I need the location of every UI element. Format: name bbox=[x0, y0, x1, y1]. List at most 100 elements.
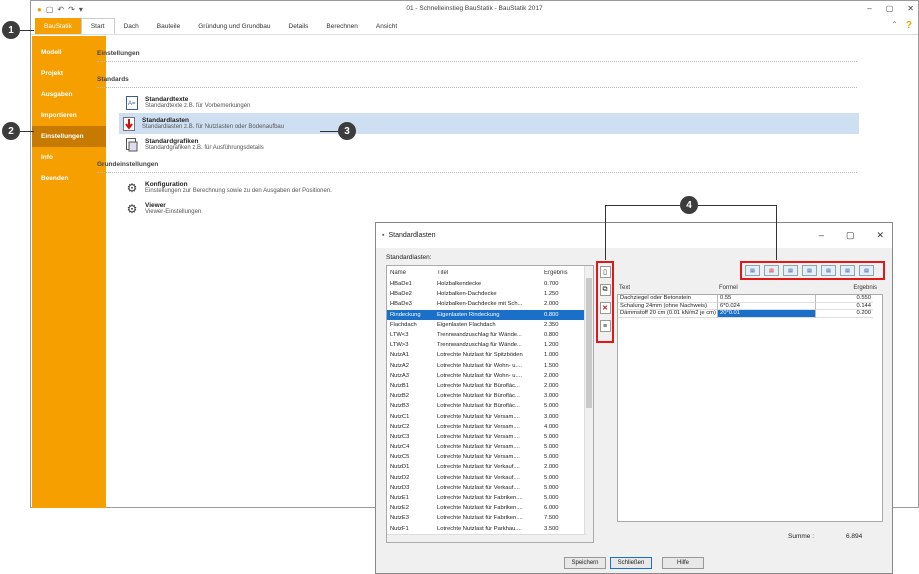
scroll-thumb[interactable] bbox=[586, 278, 592, 408]
page-title: Einstellungen bbox=[97, 50, 857, 62]
grid-cell[interactable]: Schalung 24mm (ohne Nachweis) bbox=[618, 302, 718, 310]
list-item[interactable]: NutzA1 Lotrechte Nutzlast für Spitzböden 1… bbox=[387, 350, 593, 360]
list-scrollbar[interactable] bbox=[584, 266, 593, 542]
list-item[interactable]: NutzC5 Lotrechte Nutzlast für Versam.... 5… bbox=[387, 452, 593, 462]
help-icon[interactable]: ? bbox=[906, 20, 912, 31]
list-cell: NutzE3 bbox=[390, 515, 410, 522]
list-item[interactable]: HBaDe3 Holzbalken-Dachdecke mit Sch... 2.0… bbox=[387, 299, 593, 309]
tab-start[interactable]: Start bbox=[80, 18, 115, 34]
sidebar-item-projekt[interactable]: Projekt bbox=[32, 63, 106, 84]
clear-icon[interactable]: ▤ bbox=[859, 265, 874, 276]
list-item[interactable]: NutzC4 Lotrechte Nutzlast für Versam.... 5… bbox=[387, 442, 593, 452]
item-viewer[interactable]: ⚙ Viewer Viewer-Einstellungen bbox=[122, 198, 842, 219]
tab-baustatik[interactable]: BauStatik bbox=[35, 18, 81, 34]
list-item[interactable]: NutzA3 Lotrechte Nutzlast für Wohn- u....… bbox=[387, 371, 593, 381]
item-konfiguration[interactable]: ⚙ Konfiguration Einstellungen zur Berechn… bbox=[122, 177, 842, 198]
move-up-icon[interactable]: ▤ bbox=[783, 265, 798, 276]
list-item[interactable]: NutzD1 Lotrechte Nutzlast für Verkauf....… bbox=[387, 462, 593, 472]
list-item[interactable]: NutzC3 Lotrechte Nutzlast für Versam.... 5… bbox=[387, 432, 593, 442]
list-item[interactable]: NutzE3 Lotrechte Nutzlast für Fabriken...… bbox=[387, 513, 593, 523]
grid-cell[interactable]: 0.550 bbox=[816, 295, 873, 303]
list-item[interactable]: NutzC1 Lotrechte Nutzlast für Versam.... 3… bbox=[387, 411, 593, 421]
tab-dach[interactable]: Dach bbox=[115, 18, 148, 34]
list-item[interactable]: NutzB3 Lotrechte Nutzlast für Büroflác...… bbox=[387, 401, 593, 411]
list-item[interactable]: NutzA2 Lotrechte Nutzlast für Wohn- u....… bbox=[387, 361, 593, 371]
item-standardtexte[interactable]: A= Standardtexte Standardtexte z.B. für V… bbox=[122, 92, 842, 113]
tab-ansicht[interactable]: Ansicht bbox=[367, 18, 406, 34]
callout-4: 4 bbox=[680, 196, 698, 214]
col-ergebnis[interactable]: Ergebnis bbox=[540, 270, 580, 276]
copy-row-icon[interactable]: ▤ bbox=[821, 265, 836, 276]
list-item[interactable]: NutzE2 Lotrechte Nutzlast für Fabriken...… bbox=[387, 503, 593, 513]
grid-row[interactable]: Dämmstoff 20 cm (0.01 kN/m2 je cm) 20*0.0… bbox=[618, 310, 882, 318]
list-item[interactable]: NutzD3 Lotrechte Nutzlast für Verkauf....… bbox=[387, 483, 593, 493]
insert-row-icon[interactable]: ▤ bbox=[745, 265, 760, 276]
grid-cell[interactable]: Dachziegel oder Betonstein bbox=[618, 295, 718, 303]
tab-bauteile[interactable]: Bauteile bbox=[148, 18, 190, 34]
sidebar-item-modell[interactable]: Modell bbox=[32, 42, 106, 63]
new-icon[interactable]: ▯ bbox=[599, 266, 611, 278]
delete-row-icon[interactable]: ▤ bbox=[764, 265, 779, 276]
edit-icon[interactable]: ≡ bbox=[599, 320, 611, 332]
list-item[interactable]: NutzB2 Lotrechte Nutzlast für Büroflác...… bbox=[387, 391, 593, 401]
grid-cell[interactable]: 0.144 bbox=[816, 303, 873, 310]
sidebar-item-einstellungen[interactable]: Einstellungen bbox=[32, 126, 106, 147]
list-cell: 5.000 bbox=[544, 454, 559, 461]
sidebar-item-ausgaben[interactable]: Ausgaben bbox=[32, 84, 106, 105]
col-titel[interactable]: Titel bbox=[437, 270, 540, 276]
list-item[interactable]: NutzC2 Lotrechte Nutzlast für Versam.... 4… bbox=[387, 422, 593, 432]
dialog-title: Standardlasten bbox=[388, 232, 436, 239]
tab-details[interactable]: Details bbox=[280, 18, 318, 34]
grid-cell[interactable]: Dämmstoff 20 cm (0.01 kN/m2 je cm) bbox=[618, 310, 718, 318]
grid-row[interactable]: Dachziegel oder Betonstein 0.55 0.550 bbox=[618, 295, 882, 303]
list-cell: Lotrechte Nutzlast für Verkauf.... bbox=[437, 474, 520, 481]
list-item[interactable]: NutzD2 Lotrechte Nutzlast für Verkauf....… bbox=[387, 473, 593, 483]
grid-cell[interactable]: 0.55 bbox=[718, 295, 816, 303]
speichern-button[interactable]: Speichern bbox=[564, 557, 606, 569]
grid-cell[interactable]: 6*0.024 bbox=[718, 302, 816, 310]
list-hscrollbar[interactable] bbox=[387, 534, 586, 542]
sidebar-item-beenden[interactable]: Beenden bbox=[32, 168, 106, 189]
maximize-icon[interactable]: ▢ bbox=[846, 230, 855, 241]
list-item[interactable]: NutzF1 Lotrechte Nutzlast für Parkhau....… bbox=[387, 524, 593, 534]
document-text-icon: A= bbox=[125, 95, 139, 110]
list-cell: 5.000 bbox=[544, 474, 559, 481]
paste-row-icon[interactable]: ▤ bbox=[840, 265, 855, 276]
close-icon[interactable]: ✕ bbox=[907, 4, 914, 13]
tab-gruendung[interactable]: Gründung und Grundbau bbox=[189, 18, 279, 34]
hilfe-button[interactable]: Hilfe bbox=[662, 557, 704, 569]
item-standardlasten[interactable]: Standardlasten Standardlasten z.B. für Nu… bbox=[119, 113, 859, 134]
tab-berechnen[interactable]: Berechnen bbox=[317, 18, 366, 34]
sidebar-item-info[interactable]: Info bbox=[32, 147, 106, 168]
list-item[interactable]: Flachdach Eigenlasten Flachdach 2.350 bbox=[387, 320, 593, 330]
list-item[interactable]: HBaDe2 Holzbalken-Dachdecke 1.250 bbox=[387, 289, 593, 299]
item-title: Standardlasten bbox=[142, 117, 189, 124]
maximize-icon[interactable]: ▢ bbox=[886, 4, 894, 13]
list-cell: 1.200 bbox=[544, 342, 559, 349]
list-item[interactable]: NutzB1 Lotrechte Nutzlast für Büroflác...… bbox=[387, 381, 593, 391]
grid-cell[interactable]: 20*0.01 bbox=[718, 310, 816, 318]
list-item[interactable]: LTW>3 Trennwandzuschlag für Wände... 1.200 bbox=[387, 340, 593, 350]
load-list[interactable]: Name Titel Ergebnis HBaDe1 Holzbalkendeck… bbox=[386, 265, 594, 543]
callout-line bbox=[605, 205, 680, 206]
item-standardgrafiken[interactable]: Standardgrafiken Standardgrafiken z.B. fü… bbox=[122, 134, 842, 155]
collapse-ribbon-icon[interactable]: ⌃ bbox=[891, 20, 898, 31]
list-item[interactable]: LTW<3 Trennwandzuschlag für Wände... 0.800 bbox=[387, 330, 593, 340]
minimize-icon[interactable]: – bbox=[819, 230, 824, 241]
delete-icon[interactable]: ✕ bbox=[599, 302, 611, 314]
list-item[interactable]: HBaDe1 Holzbalkendecke 0.700 bbox=[387, 279, 593, 289]
close-icon[interactable]: ✕ bbox=[876, 230, 884, 241]
list-item[interactable]: Rindeckung Eigenlasten Rindeckung 0.800 bbox=[387, 309, 593, 320]
formula-grid[interactable]: Dachziegel oder Betonstein 0.55 0.550 Schal… bbox=[617, 294, 883, 522]
sidebar-item-importieren[interactable]: Importieren bbox=[32, 105, 106, 126]
grid-row[interactable]: Schalung 24mm (ohne Nachweis) 6*0.024 0.14… bbox=[618, 302, 882, 310]
copy-icon[interactable]: ⧉ bbox=[599, 284, 611, 296]
schliessen-button[interactable]: Schließen bbox=[610, 557, 652, 569]
col-name[interactable]: Name bbox=[387, 270, 437, 276]
gears-icon: ⚙ bbox=[126, 180, 138, 195]
move-down-icon[interactable]: ▤ bbox=[802, 265, 817, 276]
minimize-icon[interactable]: – bbox=[867, 4, 871, 13]
list-item[interactable]: NutzE1 Lotrechte Nutzlast für Fabriken...… bbox=[387, 493, 593, 503]
grid-cell[interactable]: 0.200 bbox=[816, 310, 873, 318]
list-cell: NutzB3 bbox=[390, 403, 410, 410]
